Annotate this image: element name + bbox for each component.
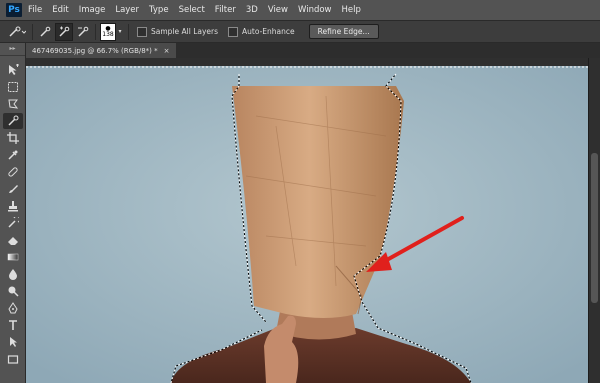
path-selection-tool[interactable] — [3, 334, 23, 350]
separator — [32, 23, 33, 40]
tools-panel: ▸▸ — [0, 43, 26, 383]
close-icon[interactable]: × — [164, 47, 170, 55]
dodge-icon — [8, 286, 19, 297]
sample-all-layers-checkbox[interactable] — [137, 26, 147, 37]
refine-edge-button[interactable]: Refine Edge... — [308, 24, 379, 39]
eyedropper-tool[interactable] — [3, 147, 23, 163]
scrollbar-thumb[interactable] — [591, 153, 598, 303]
vertical-scrollbar[interactable] — [588, 58, 600, 383]
menu-bar: Ps File Edit Image Layer Type Select Fil… — [0, 0, 600, 20]
auto-enhance-checkbox[interactable] — [228, 26, 239, 37]
add-to-selection-button[interactable] — [55, 22, 73, 41]
stamp-icon — [8, 201, 18, 212]
eraser-icon — [8, 237, 18, 245]
dodge-tool[interactable] — [3, 283, 23, 299]
healing-brush-tool[interactable] — [3, 164, 23, 180]
history-brush-icon — [8, 217, 19, 228]
quick-selection-icon — [9, 26, 26, 37]
menu-layer[interactable]: Layer — [115, 5, 139, 15]
sample-all-layers-label: Sample All Layers — [151, 27, 219, 36]
menu-select[interactable]: Select — [179, 5, 205, 15]
canvas-top-margin — [26, 58, 588, 66]
panel-grip[interactable]: ▸▸ — [0, 43, 25, 56]
history-brush-tool[interactable] — [3, 215, 23, 231]
document-tab-bar: 467469035.jpg @ 66.7% (RGB/8*) * × — [26, 43, 600, 58]
rectangle-tool[interactable] — [3, 351, 23, 367]
marquee-tool[interactable] — [3, 79, 23, 95]
type-tool[interactable] — [3, 317, 23, 333]
brush-size-value: 138 — [102, 30, 114, 38]
rectangle-icon — [7, 355, 19, 364]
canvas-area[interactable] — [26, 58, 588, 383]
clone-stamp-tool[interactable] — [3, 198, 23, 214]
bandage-icon — [8, 167, 18, 177]
crop-icon — [7, 132, 19, 144]
menu-image[interactable]: Image — [79, 5, 106, 15]
lasso-icon — [8, 99, 19, 109]
separator — [95, 23, 96, 40]
menu-view[interactable]: View — [268, 5, 288, 15]
menu-window[interactable]: Window — [298, 5, 332, 15]
menu-help[interactable]: Help — [342, 5, 361, 15]
photo-canvas[interactable] — [26, 66, 588, 383]
separator — [128, 23, 129, 40]
document-tab-title: 467469035.jpg @ 66.7% (RGB/8*) * — [32, 46, 158, 55]
menu-3d[interactable]: 3D — [246, 5, 258, 15]
brush-size-picker[interactable]: ● 138 — [100, 22, 116, 41]
crop-tool[interactable] — [3, 130, 23, 146]
brush-tool[interactable] — [3, 181, 23, 197]
subtract-from-selection-button[interactable] — [75, 24, 91, 40]
tool-preset-picker[interactable] — [6, 24, 28, 40]
gradient-tool[interactable] — [3, 249, 23, 265]
marquee-icon — [8, 82, 18, 92]
brush-add-icon — [59, 26, 70, 37]
menu-file[interactable]: File — [28, 5, 42, 15]
path-selection-icon — [10, 337, 17, 347]
menu-type[interactable]: Type — [149, 5, 169, 15]
pen-tool[interactable] — [3, 300, 23, 316]
type-icon — [9, 320, 17, 330]
quick-selection-icon — [8, 115, 19, 126]
new-selection-button[interactable] — [37, 24, 53, 40]
chevron-down-icon[interactable]: ▾ — [116, 24, 124, 40]
pen-icon — [8, 302, 18, 314]
document-tab[interactable]: 467469035.jpg @ 66.7% (RGB/8*) * × — [26, 43, 176, 58]
move-icon — [9, 64, 19, 75]
menu-edit[interactable]: Edit — [52, 5, 68, 15]
move-tool[interactable] — [3, 62, 23, 78]
eyedropper-icon — [8, 150, 18, 160]
blur-tool[interactable] — [3, 266, 23, 282]
menu-filter[interactable]: Filter — [215, 5, 236, 15]
brush-subtract-icon — [78, 26, 89, 37]
eraser-tool[interactable] — [3, 232, 23, 248]
gradient-icon — [7, 253, 19, 261]
options-bar: ● 138 ▾ Sample All Layers Auto-Enhance R… — [0, 20, 600, 43]
photoshop-logo: Ps — [6, 3, 22, 17]
auto-enhance-label: Auto-Enhance — [242, 27, 295, 36]
lasso-tool[interactable] — [3, 96, 23, 112]
droplet-icon — [9, 269, 17, 280]
brush-icon — [9, 185, 18, 193]
quick-selection-tool[interactable] — [3, 113, 23, 129]
brush-new-icon — [40, 26, 51, 37]
